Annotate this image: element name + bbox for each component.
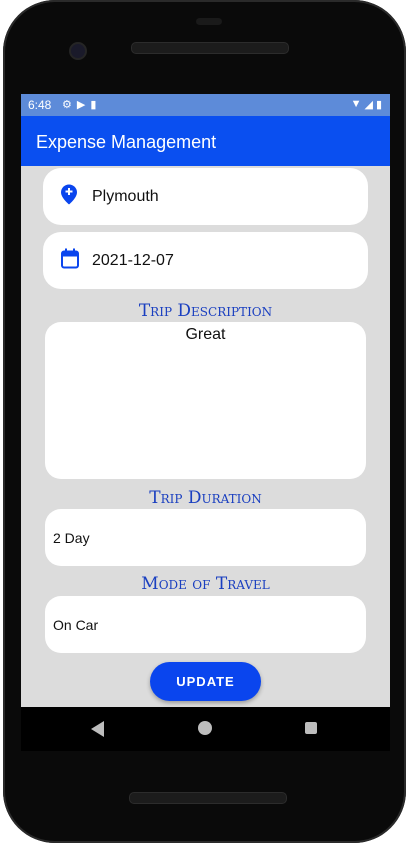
app-bar: Expense Management xyxy=(21,116,390,166)
date-field[interactable]: 2021-12-07 xyxy=(43,232,368,289)
trip-description-input[interactable]: Great xyxy=(45,322,366,479)
trip-duration-value: 2 Day xyxy=(53,530,90,546)
settings-icon: ⚙ xyxy=(62,99,72,111)
battery-icon: ▮ xyxy=(375,99,382,111)
status-system-icons: ▼ ◢ ▮ xyxy=(351,98,382,111)
back-icon[interactable] xyxy=(91,721,105,742)
status-time: 6:48 xyxy=(28,98,52,112)
trip-duration-label: Trip Duration xyxy=(149,488,262,508)
top-speaker xyxy=(131,42,289,54)
trip-duration-input[interactable]: 2 Day xyxy=(45,509,366,566)
play-protect-icon: ▶ xyxy=(76,99,86,111)
app-title: Expense Management xyxy=(36,132,217,152)
signal-icon: ◢ xyxy=(364,99,373,111)
date-value: 2021-12-07 xyxy=(92,251,174,269)
mode-of-travel-input[interactable]: On Car xyxy=(45,596,366,653)
mode-of-travel-label: Mode of Travel xyxy=(141,574,270,594)
status-notification-icons: ⚙ ▶ ▮ xyxy=(62,98,96,111)
destination-value: Plymouth xyxy=(92,187,159,205)
trip-description-value: Great xyxy=(185,326,226,343)
destination-field[interactable]: Plymouth xyxy=(43,168,368,225)
front-camera xyxy=(69,42,87,60)
wifi-icon: ▼ xyxy=(350,98,362,110)
recents-icon[interactable] xyxy=(305,722,317,734)
bottom-speaker xyxy=(129,792,287,804)
home-icon[interactable] xyxy=(198,721,212,735)
trip-description-label: Trip Description xyxy=(138,301,273,321)
mode-of-travel-value: On Car xyxy=(53,617,99,633)
calendar-icon xyxy=(61,248,79,273)
form-content: Plymouth 2021-12-07 Trip Description Gre… xyxy=(21,166,390,707)
system-nav-bar xyxy=(21,707,390,751)
map-pin-plus-icon xyxy=(61,184,77,209)
screen: 6:48 ⚙ ▶ ▮ ▼ ◢ ▮ Expense Management Plym… xyxy=(21,94,390,707)
earpiece xyxy=(196,18,222,25)
status-bar: 6:48 ⚙ ▶ ▮ ▼ ◢ ▮ xyxy=(21,94,390,116)
sd-card-icon: ▮ xyxy=(90,99,97,111)
update-button[interactable]: UPDATE xyxy=(150,662,261,701)
